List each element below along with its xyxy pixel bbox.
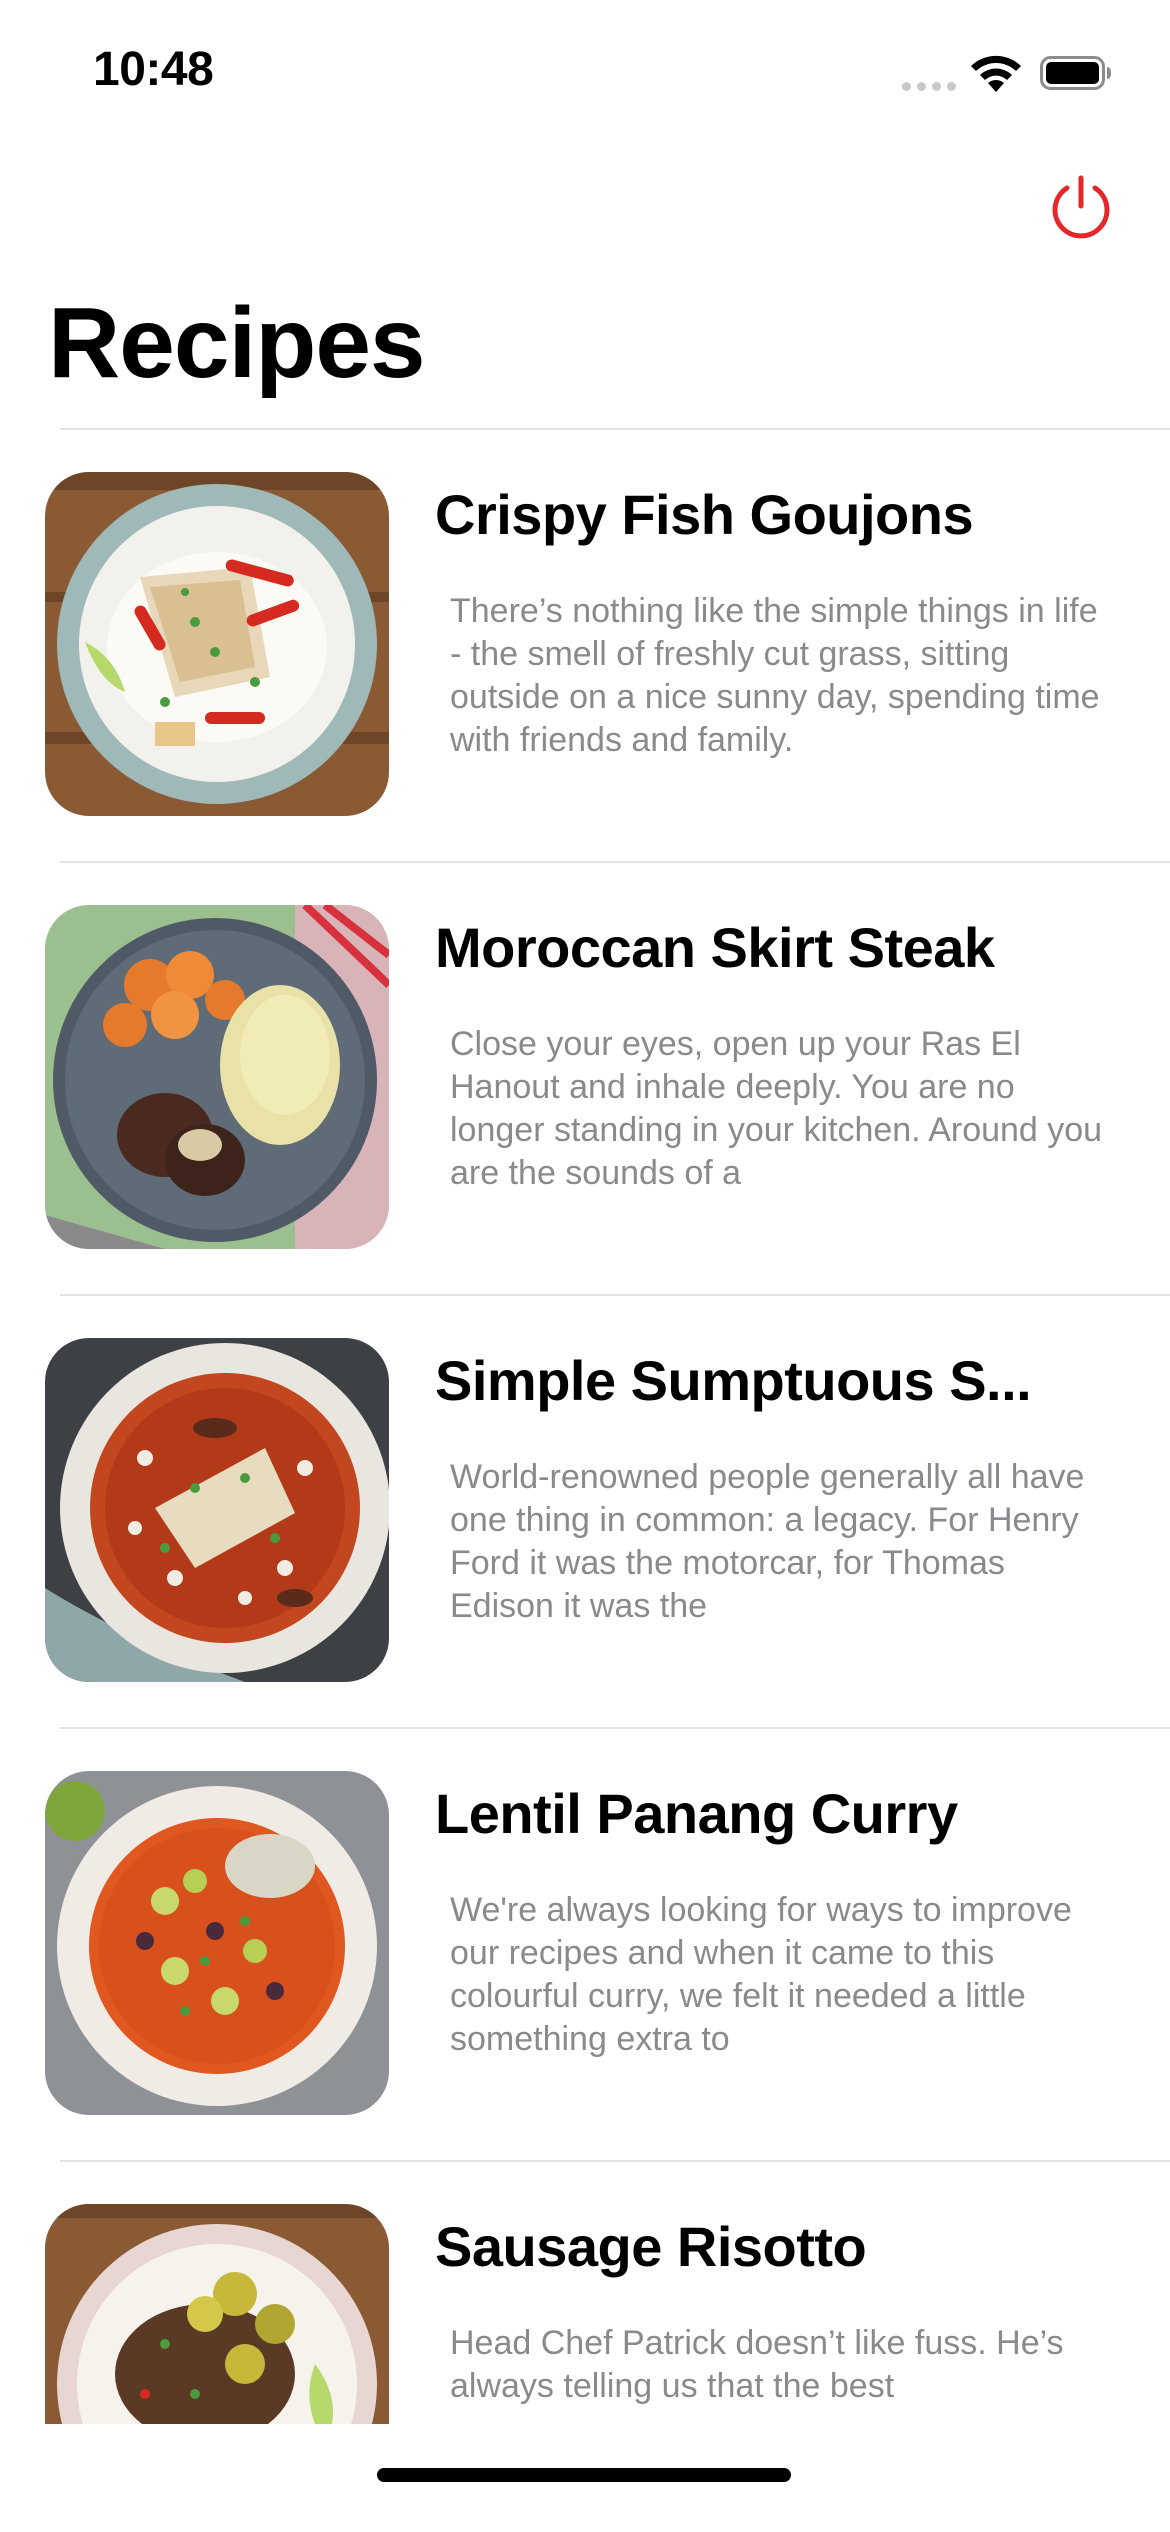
recipe-description: World-renowned people generally all have… bbox=[450, 1458, 1085, 1625]
recipe-title: Moroccan Skirt Steak bbox=[435, 916, 995, 979]
home-indicator[interactable] bbox=[377, 2468, 791, 2482]
recipe-row-simple-sumptuous[interactable]: Simple Sumptuous S... World-renowned peo… bbox=[0, 1296, 1170, 1729]
recipe-description: There’s nothing like the simple things i… bbox=[450, 592, 1100, 759]
wifi-icon bbox=[971, 55, 1021, 92]
recipe-description: Close your eyes, open up your Ras El Han… bbox=[450, 1025, 1103, 1192]
lentil-curry-bowl-image bbox=[45, 1771, 389, 2115]
sausage-risotto-plate-image bbox=[45, 2204, 389, 2424]
fish-goujons-plate-image bbox=[45, 472, 389, 816]
recipe-title: Simple Sumptuous S... bbox=[435, 1349, 1032, 1412]
recipe-title: Crispy Fish Goujons bbox=[435, 483, 974, 546]
recipe-title: Sausage Risotto bbox=[435, 2215, 867, 2278]
recipe-row-moroccan-skirt-steak[interactable]: Moroccan Skirt Steak Close your eyes, op… bbox=[0, 863, 1170, 1296]
recipe-row-lentil-panang-curry[interactable]: Lentil Panang Curry We're always looking… bbox=[0, 1729, 1170, 2162]
recipe-description: Head Chef Patrick doesn’t like fuss. He’… bbox=[450, 2324, 1064, 2405]
recipe-row-sausage-risotto[interactable]: Sausage Risotto Head Chef Patrick doesn’… bbox=[0, 2162, 1170, 2424]
recipe-description: We're always looking for ways to improve… bbox=[450, 1891, 1072, 2058]
power-icon[interactable] bbox=[1045, 172, 1117, 244]
recipe-row-crispy-fish-goujons[interactable]: Crispy Fish Goujons There’s nothing like… bbox=[0, 430, 1170, 863]
recipe-title: Lentil Panang Curry bbox=[435, 1782, 958, 1845]
status-time: 10:48 bbox=[93, 43, 214, 96]
skirt-steak-plate-image bbox=[45, 905, 389, 1249]
recipe-list[interactable]: Crispy Fish Goujons There’s nothing like… bbox=[0, 430, 1170, 2424]
sumptuous-stew-bowl-image bbox=[45, 1338, 389, 1682]
page-title: Recipes bbox=[48, 287, 426, 399]
cellular-signal-icon bbox=[902, 82, 956, 91]
battery-icon bbox=[1040, 56, 1111, 90]
status-bar: 10:48 bbox=[0, 0, 1170, 140]
